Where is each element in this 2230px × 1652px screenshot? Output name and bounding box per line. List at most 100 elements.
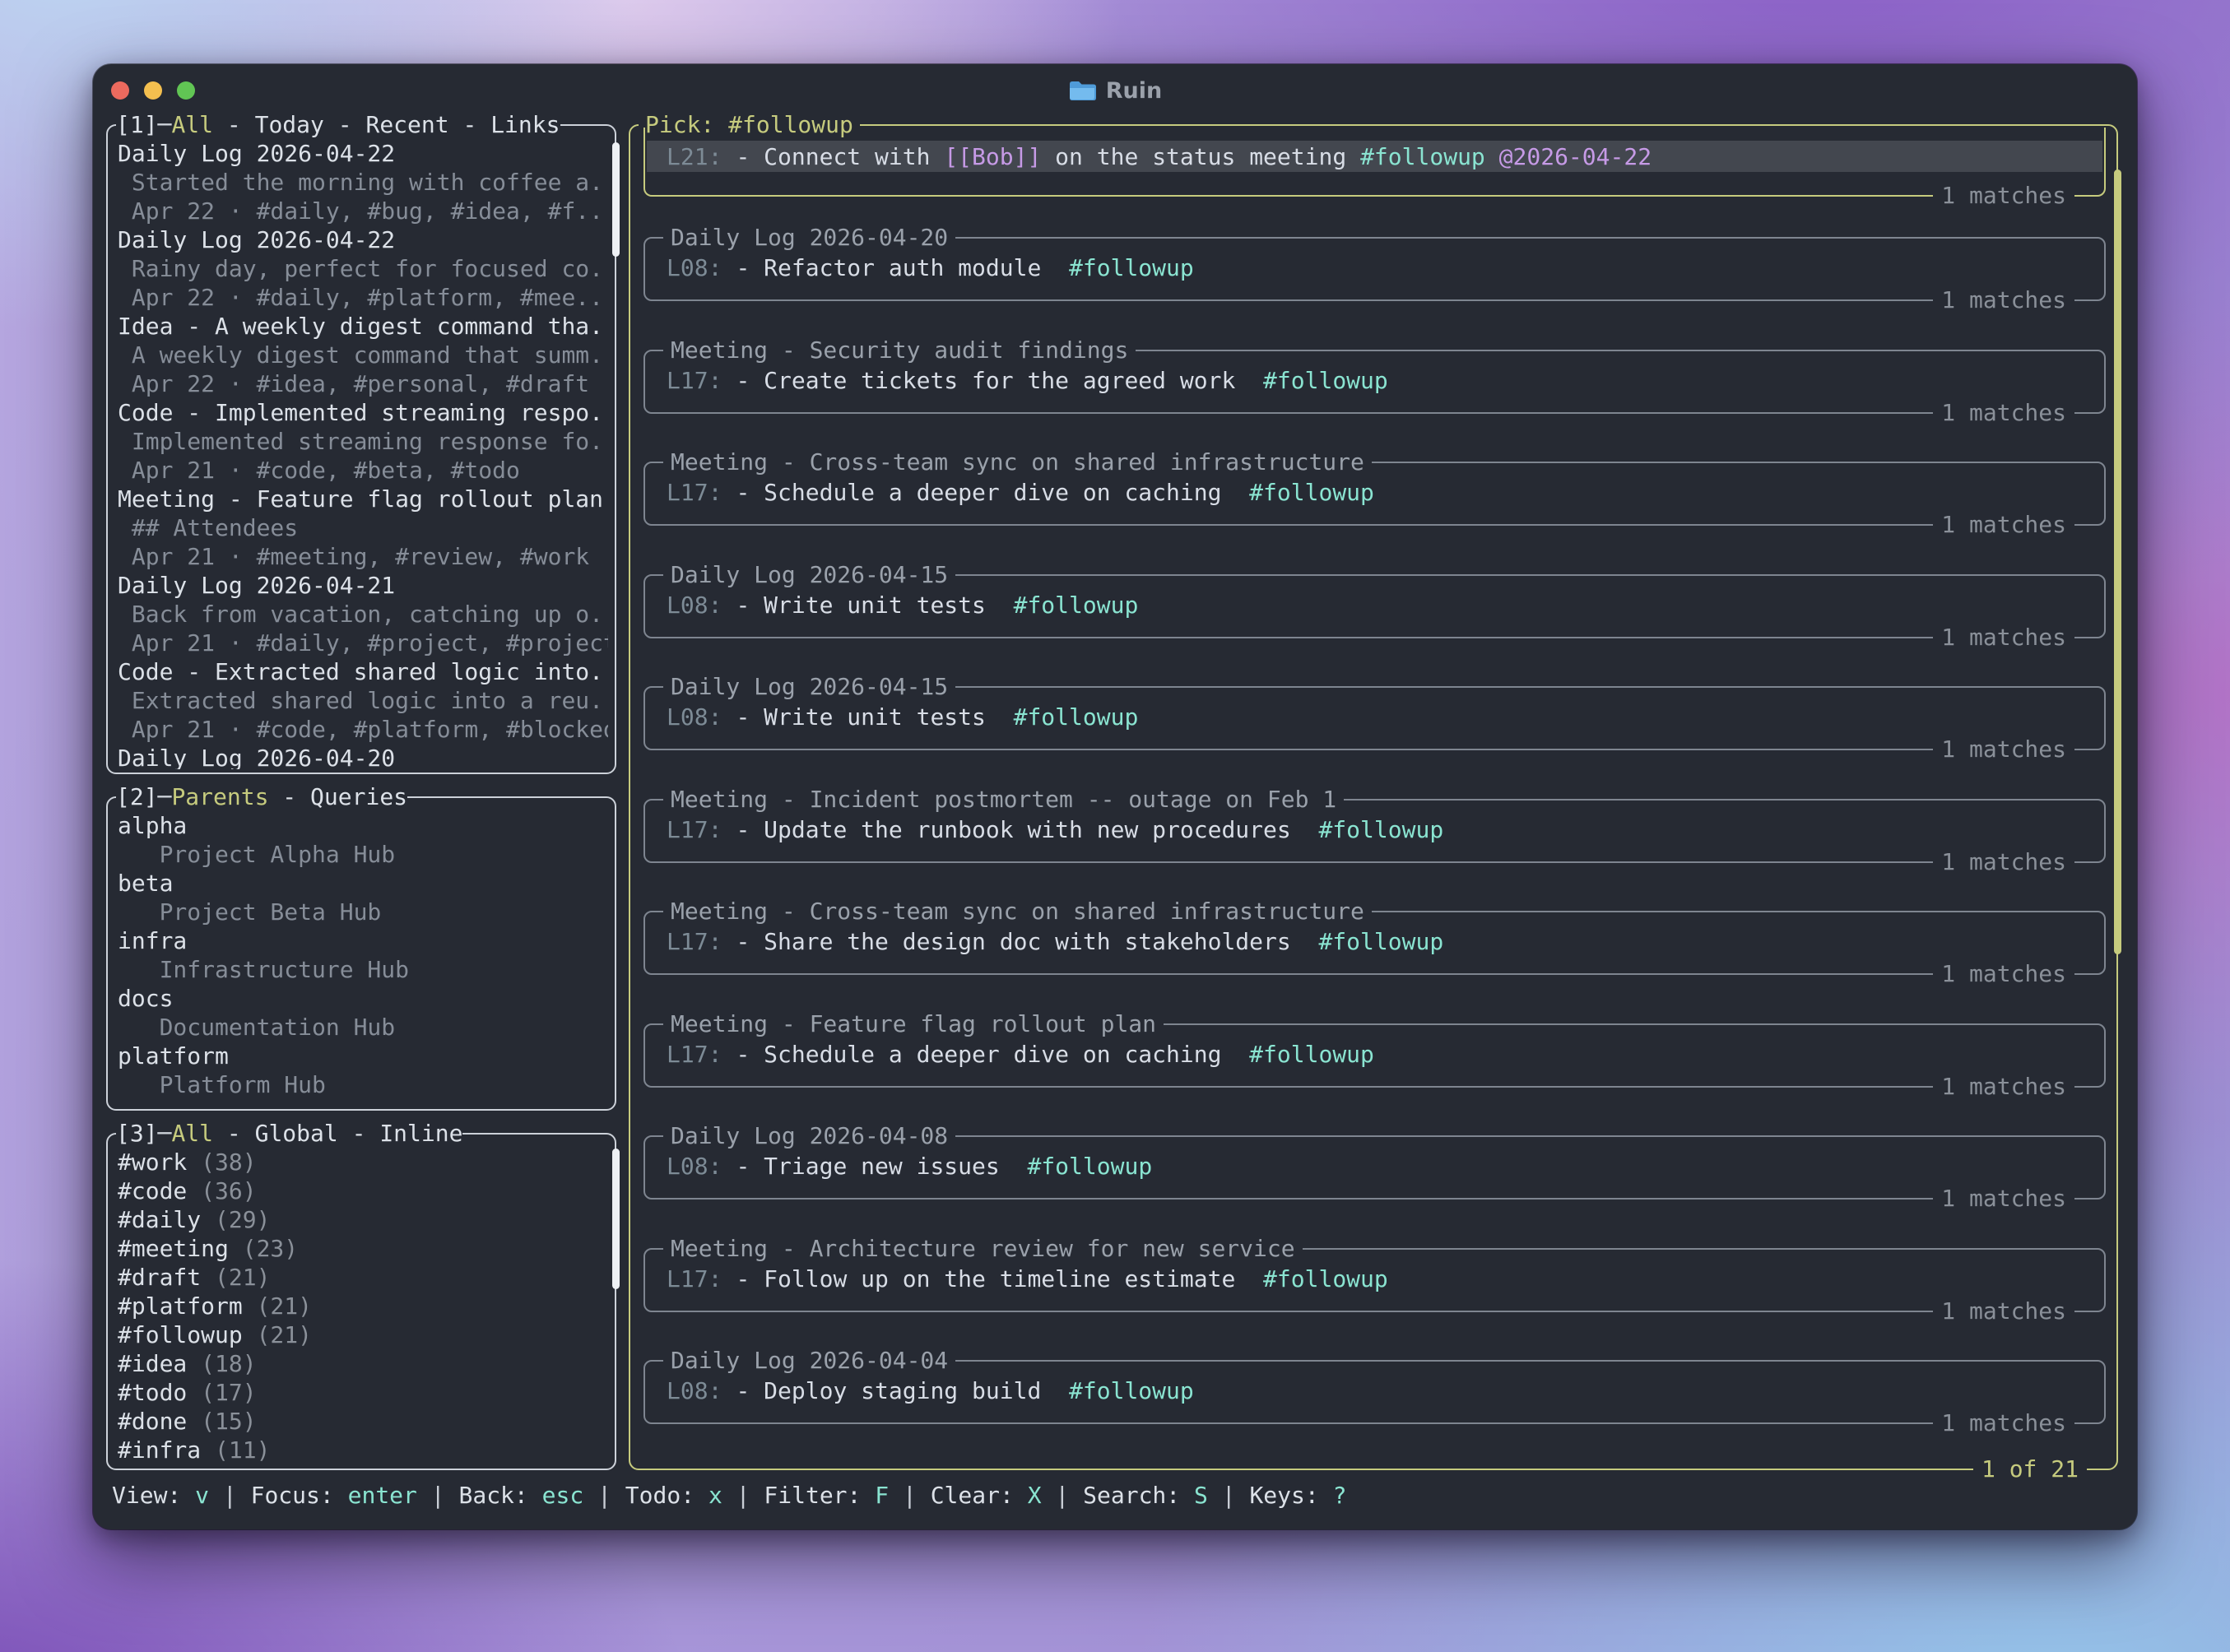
hint-key: x [708, 1482, 722, 1509]
tag-row[interactable]: #draft (21) [118, 1263, 608, 1292]
tag-row[interactable]: #work (38) [118, 1148, 608, 1176]
note-row[interactable]: Extracted shared logic into a reu... [118, 686, 608, 715]
matches-count: 1 matches [1933, 959, 2074, 989]
hint-key: ? [1333, 1482, 1347, 1509]
tab-queries[interactable]: Queries [310, 783, 407, 810]
selected-result[interactable]: L21:- Connect with [[Bob]] on the status… [643, 128, 2106, 197]
note-row[interactable]: A weekly digest command that summ... [118, 341, 608, 369]
tag-name: #idea [118, 1350, 187, 1377]
note-row[interactable]: Meeting - Feature flag rollout plan [118, 485, 608, 513]
parent-row[interactable]: Project Alpha Hub [118, 840, 608, 869]
tag-row[interactable]: #meeting (23) [118, 1234, 608, 1263]
followup-tag: #followup [1249, 1041, 1374, 1068]
note-row[interactable]: Started the morning with coffee a... [118, 168, 608, 197]
note-row[interactable]: Code - Extracted shared logic into... [118, 657, 608, 686]
parent-row[interactable]: docs [118, 984, 608, 1013]
result-box[interactable]: Meeting - Cross-team sync on shared infr… [643, 462, 2106, 526]
result-box[interactable]: Daily Log 2026-04-08L08:- Triage new iss… [643, 1135, 2106, 1200]
result-box[interactable]: Daily Log 2026-04-15L08:- Write unit tes… [643, 574, 2106, 638]
tag-count: (38) [201, 1149, 256, 1176]
matches-count: 1 matches [1933, 1408, 2074, 1438]
parent-row[interactable]: Infrastructure Hub [118, 955, 608, 984]
note-row[interactable]: ## Attendees [118, 513, 608, 542]
result-box[interactable]: Meeting - Security audit findingsL17:- C… [643, 350, 2106, 414]
tab-parents[interactable]: Parents [171, 783, 268, 810]
notes-scrollbar-thumb[interactable] [612, 142, 620, 257]
parent-row[interactable]: Platform Hub [118, 1070, 608, 1099]
tag-count: (11) [215, 1436, 270, 1464]
notes-panel-title: [1]─All - Today - Recent - Links [116, 110, 560, 140]
note-row[interactable]: Daily Log 2026-04-22 [118, 225, 608, 254]
result-box[interactable]: Daily Log 2026-04-04L08:- Deploy staging… [643, 1360, 2106, 1424]
note-row[interactable]: Daily Log 2026-04-20 [118, 744, 608, 769]
match-text: - Create tickets for the agreed work [736, 367, 1263, 394]
tab-today[interactable]: Today [255, 111, 324, 138]
tag-row[interactable]: #daily (29) [118, 1205, 608, 1234]
note-row[interactable]: Apr 21 · #daily, #project, #project [118, 629, 608, 657]
parent-row[interactable]: Project Beta Hub [118, 898, 608, 926]
line-number: L17: [667, 1265, 722, 1292]
parent-row[interactable]: platform [118, 1042, 608, 1070]
notes-panel: [1]─All - Today - Recent - Links Daily L… [106, 124, 616, 774]
result-line: L08:- Deploy staging build #followup [667, 1376, 1194, 1406]
tag-row[interactable]: #infra (11) [118, 1436, 608, 1464]
tag-row[interactable]: #code (36) [118, 1176, 608, 1205]
tab-links[interactable]: Links [490, 111, 560, 138]
tag-name: #daily [118, 1206, 201, 1233]
tag-name: #draft [118, 1264, 201, 1291]
note-row[interactable]: Apr 21 · #code, #platform, #blocked [118, 715, 608, 744]
note-row[interactable]: Back from vacation, catching up o... [118, 600, 608, 629]
note-row[interactable]: Daily Log 2026-04-22 [118, 139, 608, 168]
match-text: - Triage new issues [736, 1153, 1027, 1180]
note-row[interactable]: Apr 22 · #daily, #bug, #idea, #f... [118, 197, 608, 225]
parent-row[interactable]: Documentation Hub [118, 1013, 608, 1042]
tag-row[interactable]: #idea (18) [118, 1349, 608, 1378]
tag-count: (17) [201, 1379, 256, 1406]
tab-all[interactable]: All [171, 111, 213, 138]
selected-result-line[interactable]: L21:- Connect with [[Bob]] on the status… [647, 141, 2102, 172]
tab-separator: - [449, 111, 491, 138]
result-line: L08:- Write unit tests #followup [667, 703, 1138, 732]
note-row[interactable]: Apr 22 · #daily, #platform, #mee... [118, 283, 608, 312]
followup-tag: #followup [1263, 1265, 1388, 1292]
note-row[interactable]: Idea - A weekly digest command tha... [118, 312, 608, 341]
result-box[interactable]: Meeting - Feature flag rollout planL17:-… [643, 1023, 2106, 1088]
result-title: Daily Log 2026-04-08 [663, 1121, 955, 1151]
tag-row[interactable]: #todo (17) [118, 1378, 608, 1407]
line-number: L08: [667, 1153, 722, 1180]
note-row[interactable]: Daily Log 2026-04-21 [118, 571, 608, 600]
line-number: L17: [667, 367, 722, 394]
tab-recent[interactable]: Recent [365, 111, 448, 138]
note-row[interactable]: Apr 21 · #meeting, #review, #work [118, 542, 608, 571]
note-row[interactable]: Implemented streaming response fo... [118, 427, 608, 456]
result-box[interactable]: Daily Log 2026-04-15L08:- Write unit tes… [643, 686, 2106, 750]
result-box[interactable]: Meeting - Cross-team sync on shared infr… [643, 911, 2106, 975]
result-title: Daily Log 2026-04-20 [663, 223, 955, 253]
note-row[interactable]: Rainy day, perfect for focused co... [118, 254, 608, 283]
parent-row[interactable]: alpha [118, 811, 608, 840]
note-row[interactable]: Apr 21 · #code, #beta, #todo [118, 456, 608, 485]
result-box[interactable]: Meeting - Incident postmortem -- outage … [643, 799, 2106, 863]
result-box[interactable]: Meeting - Architecture review for new se… [643, 1248, 2106, 1312]
parent-row[interactable]: beta [118, 869, 608, 898]
hint-key: enter [348, 1482, 417, 1509]
parent-row[interactable]: infra [118, 926, 608, 955]
results-scrollbar-thumb[interactable] [2114, 169, 2121, 954]
result-box[interactable]: Daily Log 2026-04-20L08:- Refactor auth … [643, 237, 2106, 301]
tab-all[interactable]: All [171, 1120, 213, 1147]
result-line: L17:- Update the runbook with new proced… [667, 815, 1443, 845]
tab-inline[interactable]: Inline [379, 1120, 462, 1147]
parents-panel: [2]─Parents - Queries alpha Project Alph… [106, 796, 616, 1111]
tab-global[interactable]: Global [255, 1120, 338, 1147]
tag-row[interactable]: #platform (21) [118, 1292, 608, 1320]
tags-scrollbar-thumb[interactable] [612, 1149, 620, 1289]
result-title: Meeting - Cross-team sync on shared infr… [663, 448, 1372, 477]
line-number: L21: [667, 143, 722, 170]
note-row[interactable]: Apr 22 · #idea, #personal, #draft [118, 369, 608, 398]
tag-row[interactable]: #done (15) [118, 1407, 608, 1436]
result-line: L08:- Write unit tests #followup [667, 591, 1138, 620]
tag-row[interactable]: #followup (21) [118, 1320, 608, 1349]
note-row[interactable]: Code - Implemented streaming respo... [118, 398, 608, 427]
line-number: L17: [667, 928, 722, 955]
tag-count: (18) [201, 1350, 256, 1377]
